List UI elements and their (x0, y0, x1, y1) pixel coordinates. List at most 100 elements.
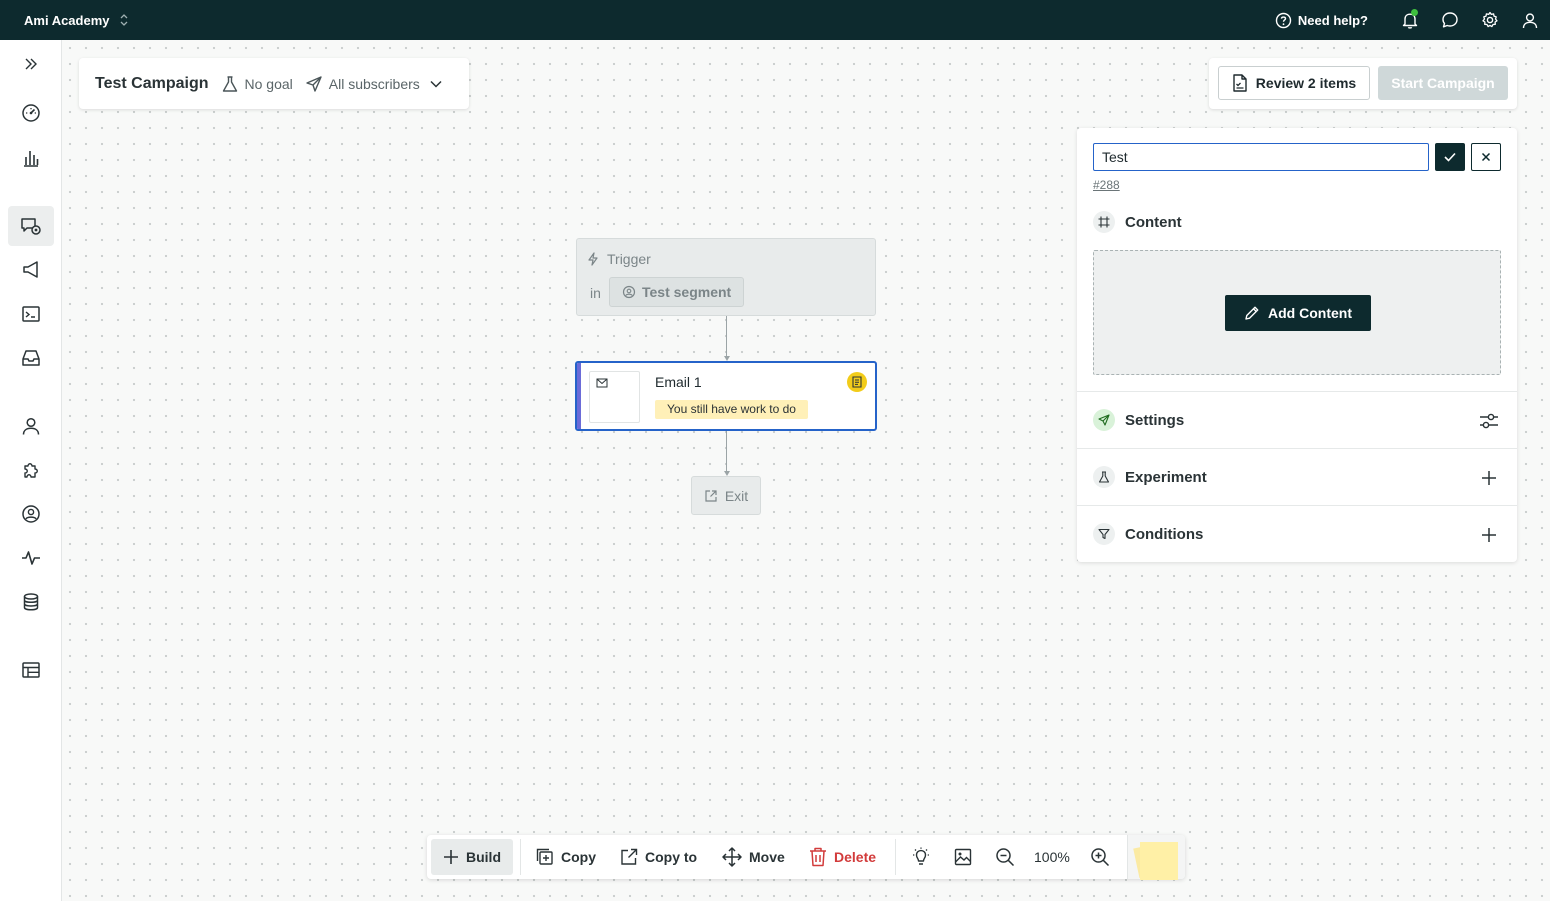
lightning-icon (587, 252, 599, 266)
copy-label: Copy (561, 849, 596, 865)
move-arrows-icon (722, 847, 742, 867)
chat-button[interactable] (1430, 0, 1470, 40)
email-node[interactable]: Email 1 You still have work to do (575, 361, 877, 431)
paper-plane-icon (305, 75, 323, 93)
account-button[interactable] (1510, 0, 1550, 40)
zoom-level: 100% (1034, 849, 1070, 865)
trigger-label: Trigger (607, 251, 651, 267)
sidebar-item-activity[interactable] (8, 538, 54, 578)
inbox-tray-icon (21, 348, 41, 368)
export-image-button[interactable] (947, 839, 979, 875)
user-circle-icon (21, 504, 41, 524)
sidebar-item-data[interactable] (8, 582, 54, 622)
gear-icon (1481, 11, 1499, 29)
zoom-in-button[interactable] (1084, 839, 1116, 875)
terminal-window-icon (21, 304, 41, 324)
chevron-up-down-icon (120, 13, 128, 27)
build-button[interactable]: Build (431, 839, 513, 875)
pulse-icon (21, 548, 41, 568)
sidebar-item-transactional[interactable] (8, 294, 54, 334)
sidebar-item-segments[interactable] (8, 494, 54, 534)
campaign-icon (20, 216, 42, 236)
campaign-title[interactable]: Test Campaign (95, 75, 209, 93)
sidebar-expand[interactable] (8, 44, 54, 84)
delete-button[interactable]: Delete (805, 839, 880, 875)
copy-plus-icon (536, 848, 554, 866)
double-chevron-right-icon (24, 58, 38, 70)
sidebar-item-objects[interactable] (8, 650, 54, 690)
workspace-switcher[interactable]: Ami Academy (24, 0, 128, 40)
sidebar-item-people[interactable] (8, 406, 54, 446)
sidebar-item-inbox[interactable] (8, 338, 54, 378)
audience-selector[interactable]: All subscribers (305, 75, 442, 93)
sliders-icon[interactable] (1477, 409, 1501, 433)
notifications-button[interactable] (1390, 0, 1430, 40)
status-badge: You still have work to do (655, 400, 808, 419)
bar-chart-icon (21, 148, 41, 168)
sidebar-item-broadcasts[interactable] (8, 250, 54, 290)
gauge-icon (21, 103, 41, 123)
email-thumbnail (589, 371, 640, 423)
pencil-icon (1244, 305, 1260, 321)
plus-icon[interactable] (1477, 466, 1501, 490)
workspace-name: Ami Academy (24, 12, 110, 28)
content-label: Content (1125, 213, 1182, 231)
exit-node[interactable]: Exit (691, 476, 761, 515)
help-button[interactable]: Need help? (1275, 12, 1368, 29)
table-icon (21, 660, 41, 680)
delete-label: Delete (834, 849, 877, 865)
toolbar-divider (520, 839, 521, 875)
checklist-document-icon (1232, 74, 1248, 92)
campaign-header: Test Campaign No goal All subscribers (79, 58, 469, 109)
review-items-button[interactable]: Review 2 items (1218, 66, 1370, 100)
message-id-link[interactable]: #288 (1093, 178, 1120, 192)
top-bar: Ami Academy Need help? (0, 0, 1550, 40)
segment-chip[interactable]: Test segment (609, 277, 745, 307)
trigger-node[interactable]: Trigger in Test segment (576, 238, 876, 316)
plus-icon[interactable] (1477, 523, 1501, 547)
puzzle-icon (21, 460, 41, 480)
image-icon (954, 848, 972, 866)
sidebar-item-dashboard[interactable] (8, 93, 54, 133)
email-title: Email 1 (655, 374, 702, 390)
email-accent-bar (577, 363, 581, 429)
sidebar-item-analytics[interactable] (8, 138, 54, 178)
chat-bubble-icon (1441, 11, 1459, 29)
copy-button[interactable]: Copy (532, 839, 600, 875)
settings-button[interactable] (1470, 0, 1510, 40)
megaphone-icon (21, 260, 41, 280)
segment-name: Test segment (642, 284, 732, 300)
copy-to-label: Copy to (645, 849, 698, 865)
zoom-out-button[interactable] (989, 839, 1021, 875)
external-link-icon (620, 848, 638, 866)
close-icon (1481, 152, 1491, 162)
connector-line (726, 431, 727, 473)
cancel-name-button[interactable] (1471, 143, 1501, 171)
hints-button[interactable] (905, 839, 937, 875)
sidebar-item-campaigns[interactable] (8, 206, 54, 246)
start-campaign-button[interactable]: Start Campaign (1378, 66, 1508, 100)
toolbar-divider (895, 839, 896, 875)
confirm-name-button[interactable] (1435, 143, 1465, 171)
content-frame-icon (1093, 211, 1115, 233)
move-button[interactable]: Move (718, 839, 789, 875)
flask-icon (221, 75, 239, 93)
message-name-input[interactable] (1093, 143, 1429, 171)
add-content-button[interactable]: Add Content (1225, 295, 1371, 331)
settings-label: Settings (1125, 411, 1185, 429)
user-icon (1522, 12, 1538, 29)
trigger-in-label: in (590, 285, 601, 301)
plus-icon (443, 849, 459, 865)
settings-row[interactable]: Settings (1077, 391, 1517, 448)
sticky-note-tool[interactable] (1127, 835, 1185, 880)
build-label: Build (466, 849, 501, 865)
copy-to-button[interactable]: Copy to (616, 839, 701, 875)
goal-selector[interactable]: No goal (221, 75, 293, 93)
chevron-down-icon (430, 80, 442, 88)
sticky-note-icon (1140, 842, 1178, 880)
conditions-row[interactable]: Conditions (1077, 505, 1517, 562)
question-circle-icon (1275, 12, 1292, 29)
audience-label: All subscribers (328, 75, 420, 92)
experiment-row[interactable]: Experiment (1077, 448, 1517, 505)
sidebar-item-integrations[interactable] (8, 450, 54, 490)
